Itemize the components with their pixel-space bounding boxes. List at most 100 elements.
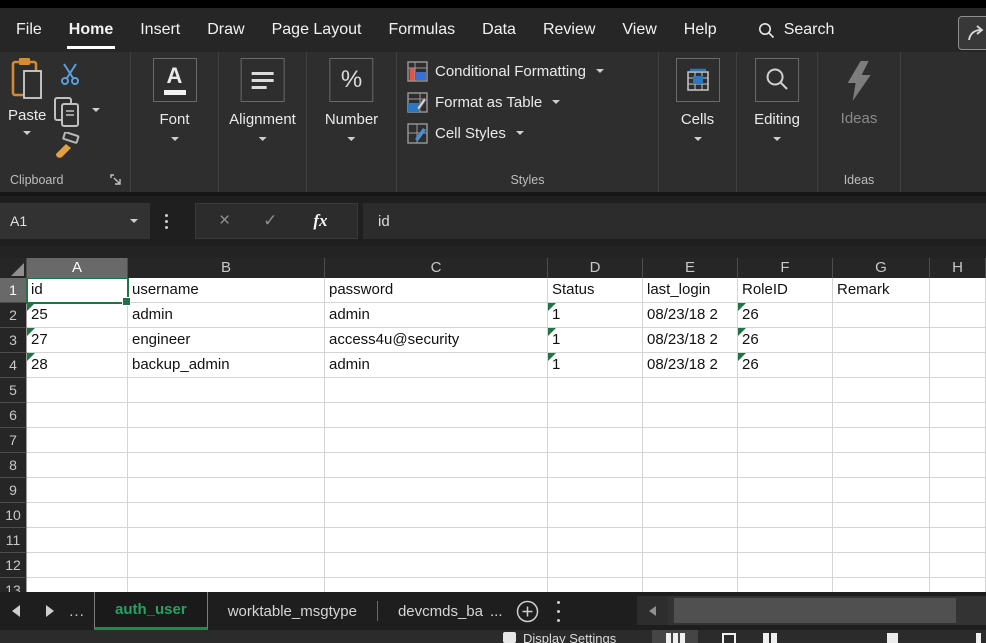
cell-C1[interactable]: password — [325, 278, 548, 303]
insert-function-icon[interactable]: fx — [313, 211, 327, 231]
cell-D13[interactable] — [548, 578, 643, 592]
cell-F8[interactable] — [738, 453, 833, 478]
menu-help[interactable]: Help — [684, 8, 717, 52]
cell-G3[interactable] — [833, 328, 930, 353]
cell-B5[interactable] — [128, 378, 325, 403]
cell-A7[interactable] — [27, 428, 128, 453]
column-header-E[interactable]: E — [643, 258, 738, 278]
cell-B11[interactable] — [128, 528, 325, 553]
cell-D9[interactable] — [548, 478, 643, 503]
cell-D1[interactable]: Status — [548, 278, 643, 303]
formula-bar-kebab-icon[interactable] — [165, 211, 169, 232]
cell-D7[interactable] — [548, 428, 643, 453]
sheet-nav-right-icon[interactable] — [40, 592, 60, 630]
cell-F13[interactable] — [738, 578, 833, 592]
cell-H7[interactable] — [930, 428, 986, 453]
cell-G4[interactable] — [833, 353, 930, 378]
cell-A2[interactable]: 25 — [27, 303, 128, 328]
clipboard-dialog-launcher-icon[interactable] — [110, 174, 122, 186]
cell-B7[interactable] — [128, 428, 325, 453]
menu-formulas[interactable]: Formulas — [388, 8, 455, 52]
cell-B1[interactable]: username — [128, 278, 325, 303]
select-all-corner[interactable] — [0, 258, 27, 278]
view-normal-button[interactable] — [652, 630, 698, 643]
cell-A13[interactable] — [27, 578, 128, 592]
cut-button[interactable] — [58, 62, 82, 86]
cell-G9[interactable] — [833, 478, 930, 503]
row-header-12[interactable]: 12 — [0, 553, 27, 578]
cell-D3[interactable]: 1 — [548, 328, 643, 353]
cell-B9[interactable] — [128, 478, 325, 503]
cell-G8[interactable] — [833, 453, 930, 478]
sheet-tab-worktable-msgtype[interactable]: worktable_msgtype — [208, 592, 377, 630]
menu-data[interactable]: Data — [482, 8, 516, 52]
cell-D12[interactable] — [548, 553, 643, 578]
cell-F5[interactable] — [738, 378, 833, 403]
conditional-formatting-button[interactable]: Conditional Formatting — [407, 60, 604, 82]
cell-E5[interactable] — [643, 378, 738, 403]
cell-F4[interactable]: 26 — [738, 353, 833, 378]
cell-C6[interactable] — [325, 403, 548, 428]
cell-F9[interactable] — [738, 478, 833, 503]
format-as-table-button[interactable]: Format as Table — [407, 91, 560, 113]
cell-F7[interactable] — [738, 428, 833, 453]
enter-check-icon[interactable]: ✓ — [263, 211, 277, 231]
row-header-3[interactable]: 3 — [0, 328, 27, 353]
cell-A12[interactable] — [27, 553, 128, 578]
cell-F11[interactable] — [738, 528, 833, 553]
cell-E10[interactable] — [643, 503, 738, 528]
cell-H1[interactable] — [930, 278, 986, 303]
column-header-G[interactable]: G — [833, 258, 930, 278]
cell-G7[interactable] — [833, 428, 930, 453]
row-header-6[interactable]: 6 — [0, 403, 27, 428]
menu-home[interactable]: Home — [69, 8, 113, 52]
column-header-D[interactable]: D — [548, 258, 643, 278]
cell-B8[interactable] — [128, 453, 325, 478]
cell-G5[interactable] — [833, 378, 930, 403]
cell-E7[interactable] — [643, 428, 738, 453]
menu-review[interactable]: Review — [543, 8, 595, 52]
cell-H13[interactable] — [930, 578, 986, 592]
display-settings-button[interactable]: Display Settings — [523, 631, 616, 643]
cell-E1[interactable]: last_login — [643, 278, 738, 303]
search-button[interactable]: Search — [758, 21, 835, 39]
cell-A5[interactable] — [27, 378, 128, 403]
cell-C12[interactable] — [325, 553, 548, 578]
cell-D5[interactable] — [548, 378, 643, 403]
copy-button[interactable] — [52, 96, 82, 128]
cell-D2[interactable]: 1 — [548, 303, 643, 328]
alignment-button[interactable]: Alignment — [229, 58, 296, 141]
row-header-10[interactable]: 10 — [0, 503, 27, 528]
formula-input[interactable]: id — [363, 203, 986, 239]
row-header-1[interactable]: 1 — [0, 278, 27, 303]
font-button[interactable]: A Font — [153, 58, 197, 141]
cells-button[interactable]: Cells — [676, 58, 720, 141]
menu-insert[interactable]: Insert — [140, 8, 180, 52]
cell-A8[interactable] — [27, 453, 128, 478]
cell-H3[interactable] — [930, 328, 986, 353]
row-header-7[interactable]: 7 — [0, 428, 27, 453]
row-header-8[interactable]: 8 — [0, 453, 27, 478]
row-header-5[interactable]: 5 — [0, 378, 27, 403]
cell-A6[interactable] — [27, 403, 128, 428]
scrollbar-track[interactable] — [668, 596, 986, 625]
cell-B13[interactable] — [128, 578, 325, 592]
zoom-slider-handle[interactable] — [887, 633, 898, 643]
row-header-11[interactable]: 11 — [0, 528, 27, 553]
editing-button[interactable]: Editing — [754, 58, 800, 141]
cell-G1[interactable]: Remark — [833, 278, 930, 303]
cell-A3[interactable]: 27 — [27, 328, 128, 353]
cell-C11[interactable] — [325, 528, 548, 553]
cell-H8[interactable] — [930, 453, 986, 478]
menu-file[interactable]: File — [16, 8, 42, 52]
cell-F1[interactable]: RoleID — [738, 278, 833, 303]
cell-B10[interactable] — [128, 503, 325, 528]
cell-C9[interactable] — [325, 478, 548, 503]
cell-C4[interactable]: admin — [325, 353, 548, 378]
column-header-A[interactable]: A — [27, 258, 128, 278]
cell-F3[interactable]: 26 — [738, 328, 833, 353]
view-page-break-button[interactable] — [753, 630, 787, 643]
cell-F12[interactable] — [738, 553, 833, 578]
new-sheet-button[interactable] — [507, 592, 549, 630]
menu-draw[interactable]: Draw — [207, 8, 244, 52]
